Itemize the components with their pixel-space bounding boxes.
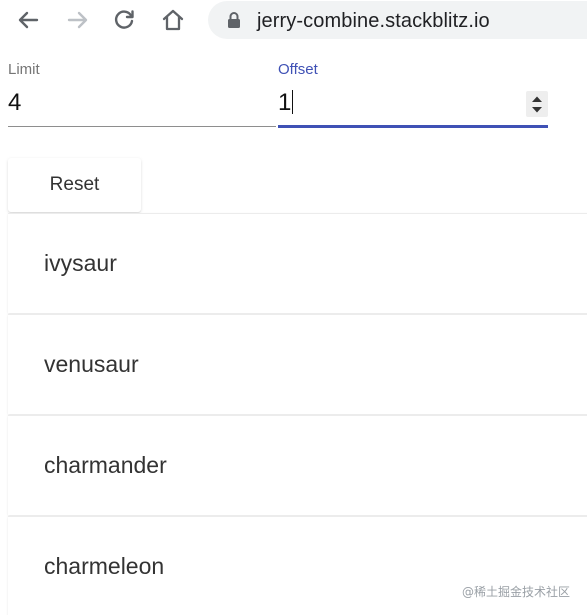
lock-icon <box>228 12 240 28</box>
list-item[interactable]: charmeleon <box>8 516 587 615</box>
spin-up-icon[interactable] <box>531 95 543 103</box>
list-item[interactable]: venusaur <box>8 314 587 414</box>
number-spinner[interactable] <box>526 91 548 117</box>
watermark: @稀土掘金技术社区 <box>462 585 571 599</box>
limit-input[interactable]: 4 <box>8 89 21 117</box>
list-item[interactable]: ivysaur <box>8 213 587 313</box>
address-bar[interactable]: jerry-combine.stackblitz.io <box>208 1 587 39</box>
spin-down-icon[interactable] <box>531 106 543 114</box>
url-text: jerry-combine.stackblitz.io <box>257 10 490 32</box>
list-item-label: charmander <box>44 452 167 478</box>
reload-icon <box>114 10 134 29</box>
offset-field[interactable]: Offset 1 <box>278 58 548 130</box>
arrow-right-icon <box>67 11 88 29</box>
arrow-left-icon <box>18 11 39 29</box>
list-item-label: venusaur <box>44 351 139 377</box>
browser-toolbar: jerry-combine.stackblitz.io <box>0 0 587 44</box>
pokemon-list: ivysaur venusaur charmander charmeleon <box>8 213 587 615</box>
list-item-label: ivysaur <box>44 250 117 276</box>
home-button[interactable] <box>157 6 189 34</box>
home-icon <box>162 9 184 31</box>
back-button[interactable] <box>12 6 44 34</box>
reload-button[interactable] <box>108 6 140 34</box>
limit-underline <box>8 126 276 127</box>
reset-button[interactable]: Reset <box>8 158 141 212</box>
offset-input[interactable]: 1 <box>278 89 294 117</box>
list-item-label: charmeleon <box>44 553 165 579</box>
limit-label: Limit <box>8 61 40 78</box>
text-caret <box>292 90 294 114</box>
forward-button[interactable] <box>62 6 94 34</box>
list-item[interactable]: charmander <box>8 415 587 515</box>
limit-field[interactable]: Limit 4 <box>8 58 276 130</box>
offset-underline <box>278 125 548 128</box>
offset-value: 1 <box>278 89 292 116</box>
offset-label: Offset <box>278 61 318 78</box>
